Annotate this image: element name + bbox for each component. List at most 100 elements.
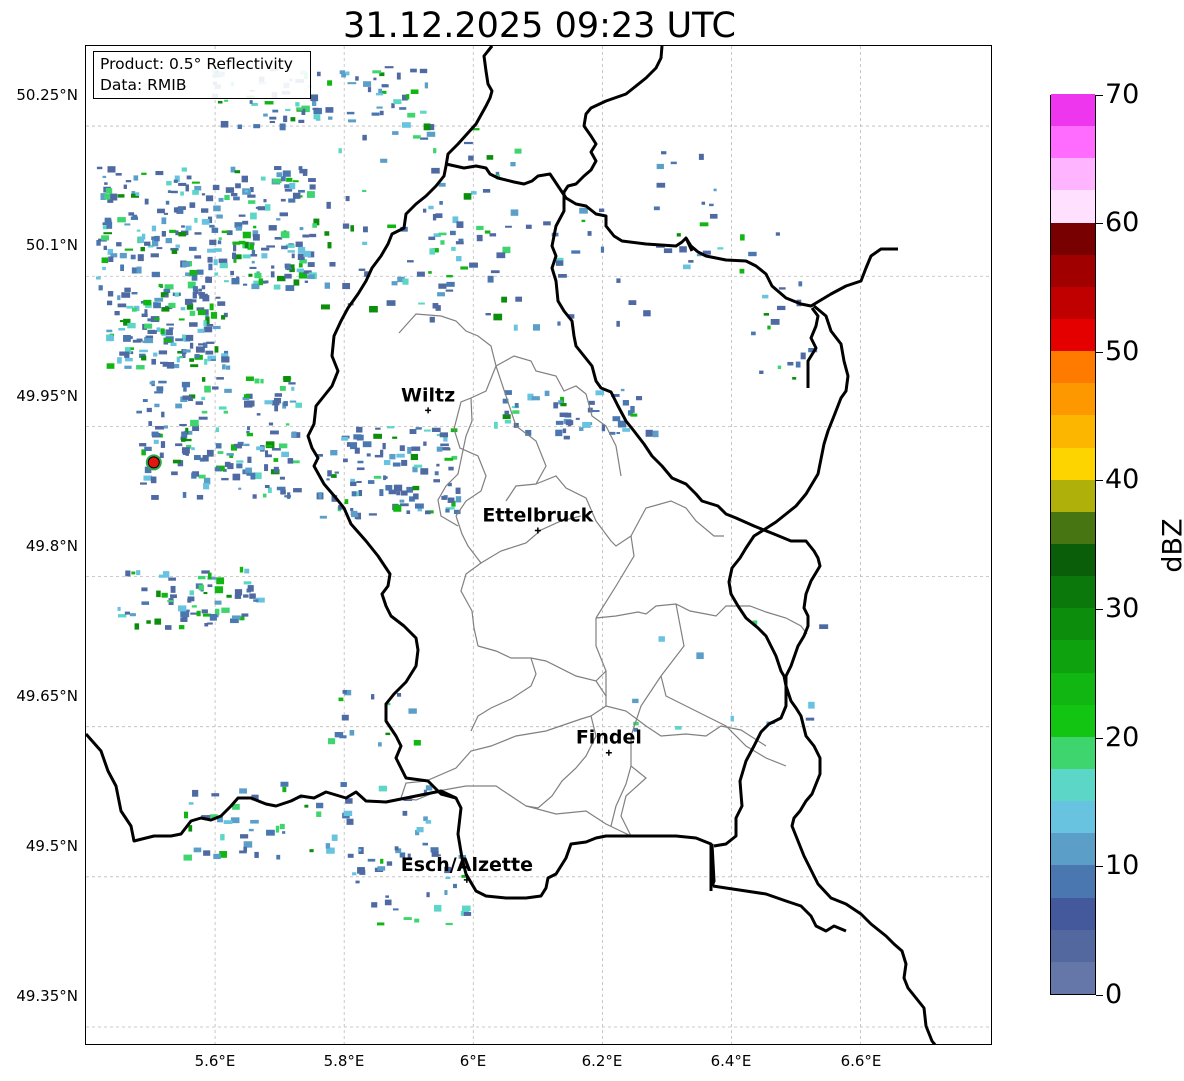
lon-label: 5.8°E [323,1052,365,1070]
echo-pixel [453,883,457,889]
echo-pixel [181,225,185,228]
echo-pixel [739,268,745,274]
lat-label: 50.1°N [25,236,78,254]
echo-pixel [346,818,354,825]
echo-pixel [104,193,111,200]
echo-pixel [367,87,372,93]
echo-pixel [254,851,259,858]
echo-pixel [211,793,220,797]
echo-pixel [350,225,355,232]
echo-pixel [713,188,717,192]
echo-pixel [598,208,605,213]
echo-pixel [419,68,428,74]
echo-pixel [260,176,266,181]
echo-pixel [163,338,172,343]
echo-pixel [476,225,484,231]
echo-pixel [106,221,113,229]
echo-pixel [175,403,183,409]
echo-pixel [321,304,330,310]
echo-pixel [207,572,212,579]
echo-pixel [202,454,209,462]
echo-pixel [408,708,417,714]
echo-pixel [502,246,511,254]
echo-pixel [406,94,410,100]
echo-pixel [416,271,425,277]
echo-pixel [143,299,152,306]
echo-pixel [270,430,279,435]
echo-pixel [104,182,108,185]
echo-pixel [249,593,256,599]
echo-pixel [312,223,317,228]
echo-pixel [326,478,330,481]
echo-pixel [201,208,209,213]
echo-pixel [234,589,243,596]
echo-pixel [250,212,257,220]
echo-pixel [281,245,288,250]
echo-pixel [238,214,246,217]
echo-pixel [244,190,248,193]
echo-pixel [217,451,224,454]
echo-pixel [334,471,339,474]
echo-pixel [238,487,242,490]
echo-pixel [587,231,592,236]
echo-pixel [489,233,497,237]
echo-pixel [308,178,316,182]
echo-pixel [256,413,261,416]
echo-pixel [212,184,220,191]
echo-pixel [271,265,275,269]
echo-pixel [309,184,316,190]
radar-map[interactable]: Wiltz Ettelbruck Findel Esch/Alzette [85,45,992,1045]
echo-pixel [400,490,408,496]
echo-pixel [279,476,285,480]
echo-pixel [213,853,221,860]
echo-pixel [166,180,172,186]
echo-pixel [748,251,757,257]
echo-pixel [274,405,279,412]
echo-pixel [168,327,174,330]
echo-pixel [383,459,391,466]
lat-label: 50.25°N [16,86,78,104]
echo-pixel [356,434,364,441]
echo-pixel [622,400,629,406]
echo-pixel [373,475,382,479]
echo-pixel [261,247,270,251]
echo-pixel [258,278,264,286]
echo-pixel [105,188,113,194]
echo-pixel [428,205,434,210]
echo-pixel [224,194,230,201]
echo-pixel [154,618,162,625]
echo-pixel [221,315,226,320]
echo-pixel [331,834,338,841]
echo-pixel [241,175,248,183]
echo-pixel [440,443,449,447]
echo-pixel [168,577,176,581]
echo-pixel [368,513,377,516]
echo-pixel [230,192,238,197]
echo-pixel [484,230,491,234]
echo-pixel [159,452,164,459]
echo-pixel [151,225,157,232]
echo-pixel [151,431,159,437]
echo-pixel [316,71,321,77]
echo-pixel [119,320,124,323]
echo-pixel [396,453,405,458]
echo-pixel [699,222,709,227]
echo-pixel [798,281,803,287]
radar-site-marker [147,456,160,469]
echo-pixel [232,473,241,481]
echo-pixel [429,316,435,323]
echo-pixel [117,194,125,198]
echo-pixel [197,328,205,333]
echo-pixel [221,607,230,613]
echo-pixel [181,431,188,438]
echo-pixel [425,820,432,824]
echo-pixel [178,318,185,321]
echo-pixel [191,447,195,451]
echo-pixel [411,446,421,451]
echo-pixel [377,922,385,926]
echo-pixel [413,464,423,468]
echo-pixel [190,364,199,368]
echo-pixel [295,241,303,247]
echo-pixel [515,296,522,302]
echo-pixel [432,213,437,221]
